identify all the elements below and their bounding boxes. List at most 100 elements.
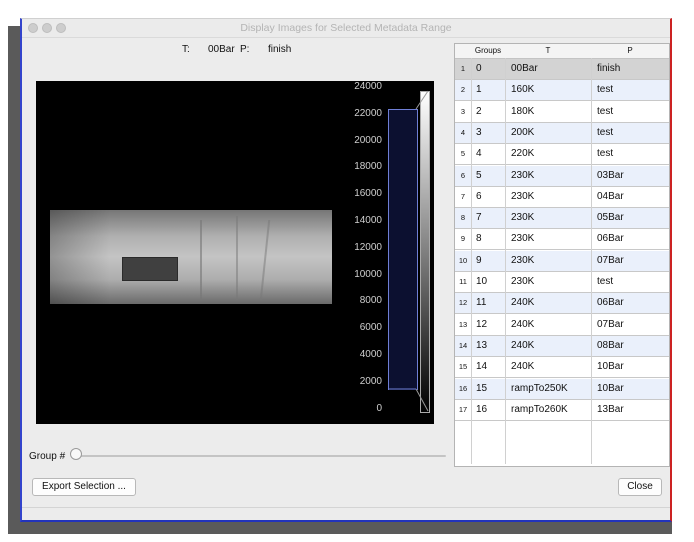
- p-cell: test: [597, 276, 614, 287]
- p-cell: finish: [597, 63, 621, 74]
- group-cell: 6: [476, 190, 482, 202]
- group-cell: 4: [476, 148, 482, 160]
- sample-image: [50, 210, 332, 304]
- row-number: 6: [460, 170, 466, 180]
- group-cell: 13: [476, 339, 488, 351]
- group-slider-knob[interactable]: [70, 448, 82, 460]
- t-cell: 200K: [511, 126, 535, 138]
- t-cell: 230K: [511, 212, 535, 224]
- group-slider-track[interactable]: [74, 455, 446, 457]
- table-row[interactable]: 1 0 00Bar finish: [455, 59, 669, 80]
- table-row[interactable]: 4 3 200K test: [455, 122, 669, 144]
- metadata-table[interactable]: Groups T P 1 0 00Bar finish 2 1 160K test 3 2 180K…: [454, 43, 670, 467]
- row-number: 5: [460, 149, 466, 159]
- t-cell: 240K: [511, 318, 535, 330]
- table-row[interactable]: 7 6 230K 04Bar: [455, 186, 669, 208]
- row-number: 11: [459, 277, 467, 286]
- t-cell: 180K: [511, 105, 535, 117]
- header-t[interactable]: T: [505, 44, 591, 58]
- header-groups[interactable]: Groups: [471, 44, 505, 58]
- table-row[interactable]: 14 13 240K 08Bar: [455, 335, 669, 357]
- t-cell: 230K: [511, 254, 535, 266]
- group-cell: 10: [476, 276, 488, 287]
- group-cell: 7: [476, 212, 482, 224]
- row-number: 7: [460, 191, 466, 201]
- table-row[interactable]: 6 5 230K 03Bar: [455, 165, 669, 187]
- group-cell: 0: [476, 63, 482, 74]
- colorbar-tick-label: 22000: [354, 107, 382, 119]
- colorbar-tick-label: 12000: [354, 241, 382, 253]
- row-number: 15: [458, 362, 468, 372]
- p-cell: 10Bar: [597, 361, 624, 373]
- colorbar-panel[interactable]: 24000 22000 20000 18000 16000 14000 12000 10000…: [352, 81, 434, 424]
- close-button[interactable]: Close: [618, 478, 662, 496]
- table-row[interactable]: 12 11 240K 06Bar: [455, 293, 669, 315]
- p-cell: 08Bar: [597, 339, 624, 351]
- row-number: 8: [460, 213, 466, 223]
- p-cell: 10Bar: [597, 382, 624, 394]
- p-cell: 06Bar: [597, 297, 624, 309]
- table-row[interactable]: 11 10 230K test: [455, 272, 669, 293]
- header-p[interactable]: P: [591, 44, 669, 58]
- export-selection-button[interactable]: Export Selection ...: [32, 478, 136, 496]
- p-cell: 07Bar: [597, 254, 624, 266]
- group-cell: 9: [476, 254, 482, 266]
- colorbar-tick-label: 2000: [359, 375, 382, 387]
- row-number: 16: [458, 383, 468, 393]
- table-row[interactable]: 8 7 230K 05Bar: [455, 208, 669, 230]
- table-header: Groups T P: [455, 44, 669, 59]
- table-row[interactable]: 16 15 rampTo250K 10Bar: [455, 378, 669, 400]
- t-cell: 230K: [511, 233, 535, 245]
- table-row[interactable]: 15 14 240K 10Bar: [455, 357, 669, 379]
- group-cell: 12: [476, 318, 488, 330]
- t-cell: 240K: [511, 361, 535, 373]
- row-number: 9: [460, 234, 466, 244]
- colorbar-tick-label: 20000: [354, 134, 382, 146]
- group-cell: 14: [476, 361, 488, 373]
- row-number: 13: [458, 319, 468, 329]
- t-cell: 230K: [511, 276, 535, 287]
- t-cell: rampTo250K: [511, 382, 568, 394]
- t-cell: 00Bar: [511, 63, 538, 74]
- group-cell: 16: [476, 403, 488, 415]
- table-row[interactable]: 10 9 230K 07Bar: [455, 250, 669, 272]
- row-number: 10: [458, 255, 468, 265]
- colorbar-tick-label: 24000: [354, 81, 382, 92]
- t-cell: 240K: [511, 339, 535, 351]
- colorbar-tick-label: 16000: [354, 188, 382, 200]
- p-cell: test: [597, 84, 614, 96]
- table-row[interactable]: 5 4 220K test: [455, 144, 669, 166]
- row-number: 17: [458, 404, 468, 414]
- row-number: 14: [458, 340, 468, 350]
- row-number: 1: [460, 64, 466, 73]
- image-display[interactable]: [36, 81, 352, 424]
- group-cell: 15: [476, 382, 488, 394]
- sample-dark-region: [122, 257, 178, 281]
- group-cell: 5: [476, 169, 482, 181]
- table-row[interactable]: 3 2 180K test: [455, 101, 669, 123]
- app-window: Display Images for Selected Metadata Ran…: [20, 18, 672, 522]
- group-cell: 3: [476, 126, 482, 138]
- p-cell: test: [597, 126, 614, 138]
- t-cell: 230K: [511, 169, 535, 181]
- colorbar-tick-label: 0: [376, 402, 382, 414]
- colorbar-tick-label: 14000: [354, 215, 382, 226]
- colorbar-tick-label: 8000: [359, 295, 382, 307]
- t-cell: 220K: [511, 148, 535, 160]
- group-cell: 8: [476, 233, 482, 245]
- table-row[interactable]: 17 16 rampTo260K 13Bar: [455, 399, 669, 421]
- group-cell: 1: [476, 84, 482, 96]
- t-cell: 240K: [511, 297, 535, 309]
- p-cell: test: [597, 105, 614, 117]
- p-value: finish: [268, 44, 292, 55]
- row-number: 3: [460, 106, 466, 116]
- p-cell: 06Bar: [597, 233, 624, 245]
- p-cell: 13Bar: [597, 403, 624, 415]
- row-number: 12: [458, 298, 468, 308]
- table-row[interactable]: 2 1 160K test: [455, 80, 669, 102]
- table-row[interactable]: 9 8 230K 06Bar: [455, 229, 669, 251]
- table-row[interactable]: 13 12 240K 07Bar: [455, 314, 669, 336]
- p-cell: test: [597, 148, 614, 160]
- t-cell: 160K: [511, 84, 535, 96]
- group-cell: 11: [476, 297, 487, 309]
